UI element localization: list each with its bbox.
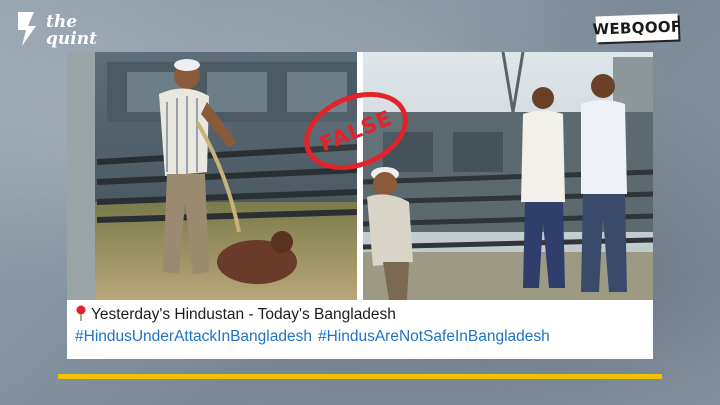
hashtag-link[interactable]: #HindusUnderAttackInBangladesh <box>75 328 312 345</box>
false-stamp-label: FALSE <box>316 105 396 157</box>
location-pin-icon <box>76 305 86 321</box>
hashtag-link[interactable]: #HindusAreNotSafeInBangladesh <box>318 328 550 345</box>
left-video-frame <box>67 52 357 300</box>
left-photo-scene <box>67 52 357 300</box>
post-caption: Yesterday's Hindustan - Today's Banglade… <box>75 304 645 348</box>
quint-q-icon <box>18 12 36 46</box>
the-quint-logo: the quint <box>12 8 97 52</box>
quint-logo-text: the quint <box>46 14 97 48</box>
yellow-underline <box>58 374 662 379</box>
hashtag-line: #HindusUnderAttackInBangladesh #HindusAre… <box>75 326 645 348</box>
right-photo-scene <box>363 52 653 300</box>
right-video-frame <box>363 52 653 300</box>
caption-text: Yesterday's Hindustan - Today's Banglade… <box>91 306 396 323</box>
caption-text-line: Yesterday's Hindustan - Today's Banglade… <box>75 304 645 326</box>
quint-logo-bottom: quint <box>46 29 97 49</box>
webqoof-badge: WEBQOOF <box>592 13 682 43</box>
